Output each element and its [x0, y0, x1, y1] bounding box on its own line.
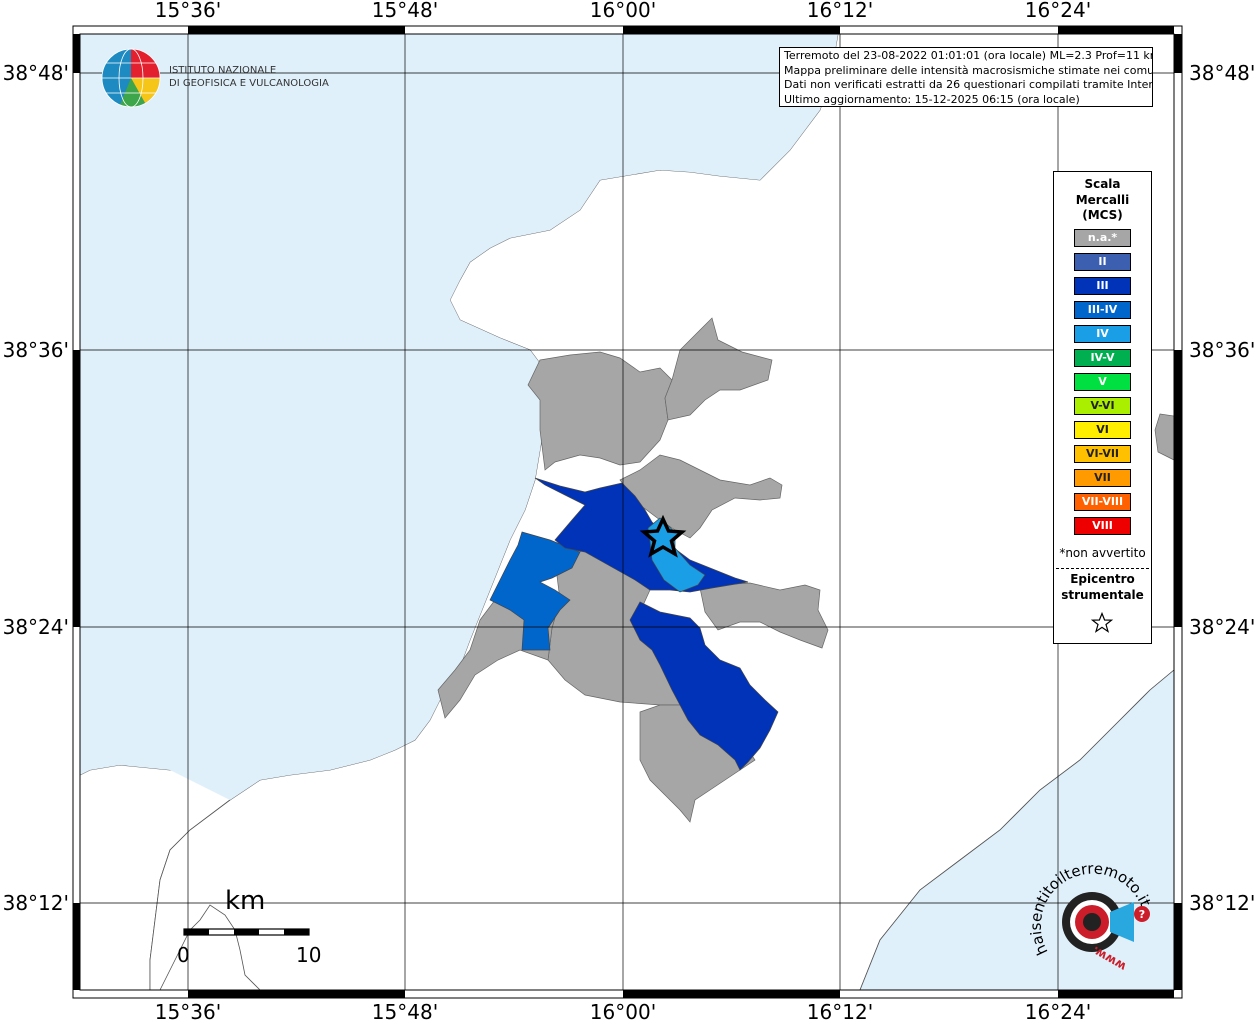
legend-item-iv: IV [1074, 325, 1131, 343]
legend-items: n.a.* II III III-IV IV IV-V V V-VI VI VI… [1074, 229, 1131, 541]
legend-item-viii: VIII [1074, 517, 1131, 535]
top-tick: 15°36' [155, 0, 221, 22]
legend-title-line: Mercalli [1075, 192, 1130, 207]
left-tick: 38°24' [3, 615, 69, 639]
ingv-line1: ISTITUTO NAZIONALE [169, 65, 277, 76]
info-line-event: Terremoto del 23-08-2022 01:01:01 (ora l… [784, 49, 1153, 62]
haisentito-logo-icon: haisentitoilterremoto.it ? www. [1030, 860, 1155, 974]
legend-item-vi-vii: VI-VII [1074, 445, 1131, 463]
legend-title-line: Scala [1084, 177, 1121, 191]
info-line-map: Mappa preliminare delle intensità macros… [784, 63, 1153, 77]
scale-end: 10 [296, 943, 322, 967]
top-tick: 16°00' [590, 0, 656, 22]
scale-bar [183, 928, 310, 936]
scale-start: 0 [177, 943, 190, 967]
info-line-data: Dati non verificati estratti da 26 quest… [784, 78, 1153, 91]
legend-note: *non avvertito [1059, 546, 1146, 560]
bottom-tick: 16°12' [807, 1000, 873, 1024]
bottom-tick: 15°36' [155, 1000, 221, 1024]
svg-text:?: ? [1139, 908, 1145, 921]
right-tick: 38°36' [1189, 338, 1255, 362]
legend-item-iii: III [1074, 277, 1131, 295]
mcs-legend: Scala Mercalli (MCS) n.a.* II III III-IV… [1053, 171, 1152, 644]
ingv-logo-text: ISTITUTO NAZIONALE DI GEOFISICA E VULCAN… [169, 64, 329, 90]
bottom-tick-labels: 15°36' 15°48' 16°00' 16°12' 16°24' [155, 1000, 1091, 1024]
legend-epicenter-label: Epicentro strumentale [1054, 572, 1151, 603]
legend-item-v-vi: V-VI [1074, 397, 1131, 415]
legend-divider [1056, 568, 1149, 569]
haisentito-www: www. [1089, 943, 1128, 974]
left-tick: 38°12' [3, 891, 69, 915]
legend-title: Scala Mercalli (MCS) [1054, 177, 1151, 224]
event-info-box: Terremoto del 23-08-2022 01:01:01 (ora l… [779, 47, 1153, 107]
bottom-tick: 15°48' [372, 1000, 438, 1024]
ingv-line2: DI GEOFISICA E VULCANOLOGIA [169, 78, 329, 89]
top-tick: 16°12' [807, 0, 873, 22]
legend-epicenter-line: strumentale [1061, 587, 1144, 602]
info-line-update: Ultimo aggiornamento: 15-12-2025 06:15 (… [784, 92, 1080, 106]
top-tick: 16°24' [1025, 0, 1091, 22]
legend-item-vi: VI [1074, 421, 1131, 439]
left-tick: 38°48' [3, 61, 69, 85]
legend-item-ii: II [1074, 253, 1131, 271]
legend-epicenter-line: Epicentro [1070, 572, 1135, 586]
left-tick: 38°36' [3, 338, 69, 362]
top-tick: 15°48' [372, 0, 438, 22]
legend-item-vii: VII [1074, 469, 1131, 487]
legend-item-iii-iv: III-IV [1074, 301, 1131, 319]
ingv-globe-icon [101, 48, 161, 108]
legend-item-v: V [1074, 373, 1131, 391]
right-tick: 38°12' [1189, 891, 1255, 915]
bottom-tick: 16°00' [590, 1000, 656, 1024]
scale-unit: km [225, 886, 266, 916]
bottom-tick: 16°24' [1025, 1000, 1091, 1024]
top-tick-labels: 15°36' 15°48' 16°00' 16°12' 16°24' [155, 0, 1091, 22]
legend-item-iv-v: IV-V [1074, 349, 1131, 367]
legend-title-line: (MCS) [1082, 208, 1123, 222]
legend-item-na: n.a.* [1074, 229, 1131, 247]
right-tick-labels: 38°48' 38°36' 38°24' 38°12' [1189, 61, 1255, 915]
right-tick: 38°24' [1189, 615, 1255, 639]
legend-star-icon [1090, 612, 1114, 633]
legend-item-vii-viii: VII-VIII [1074, 493, 1131, 511]
left-tick-labels: 38°48' 38°36' 38°24' 38°12' [3, 61, 69, 915]
right-tick: 38°48' [1189, 61, 1255, 85]
